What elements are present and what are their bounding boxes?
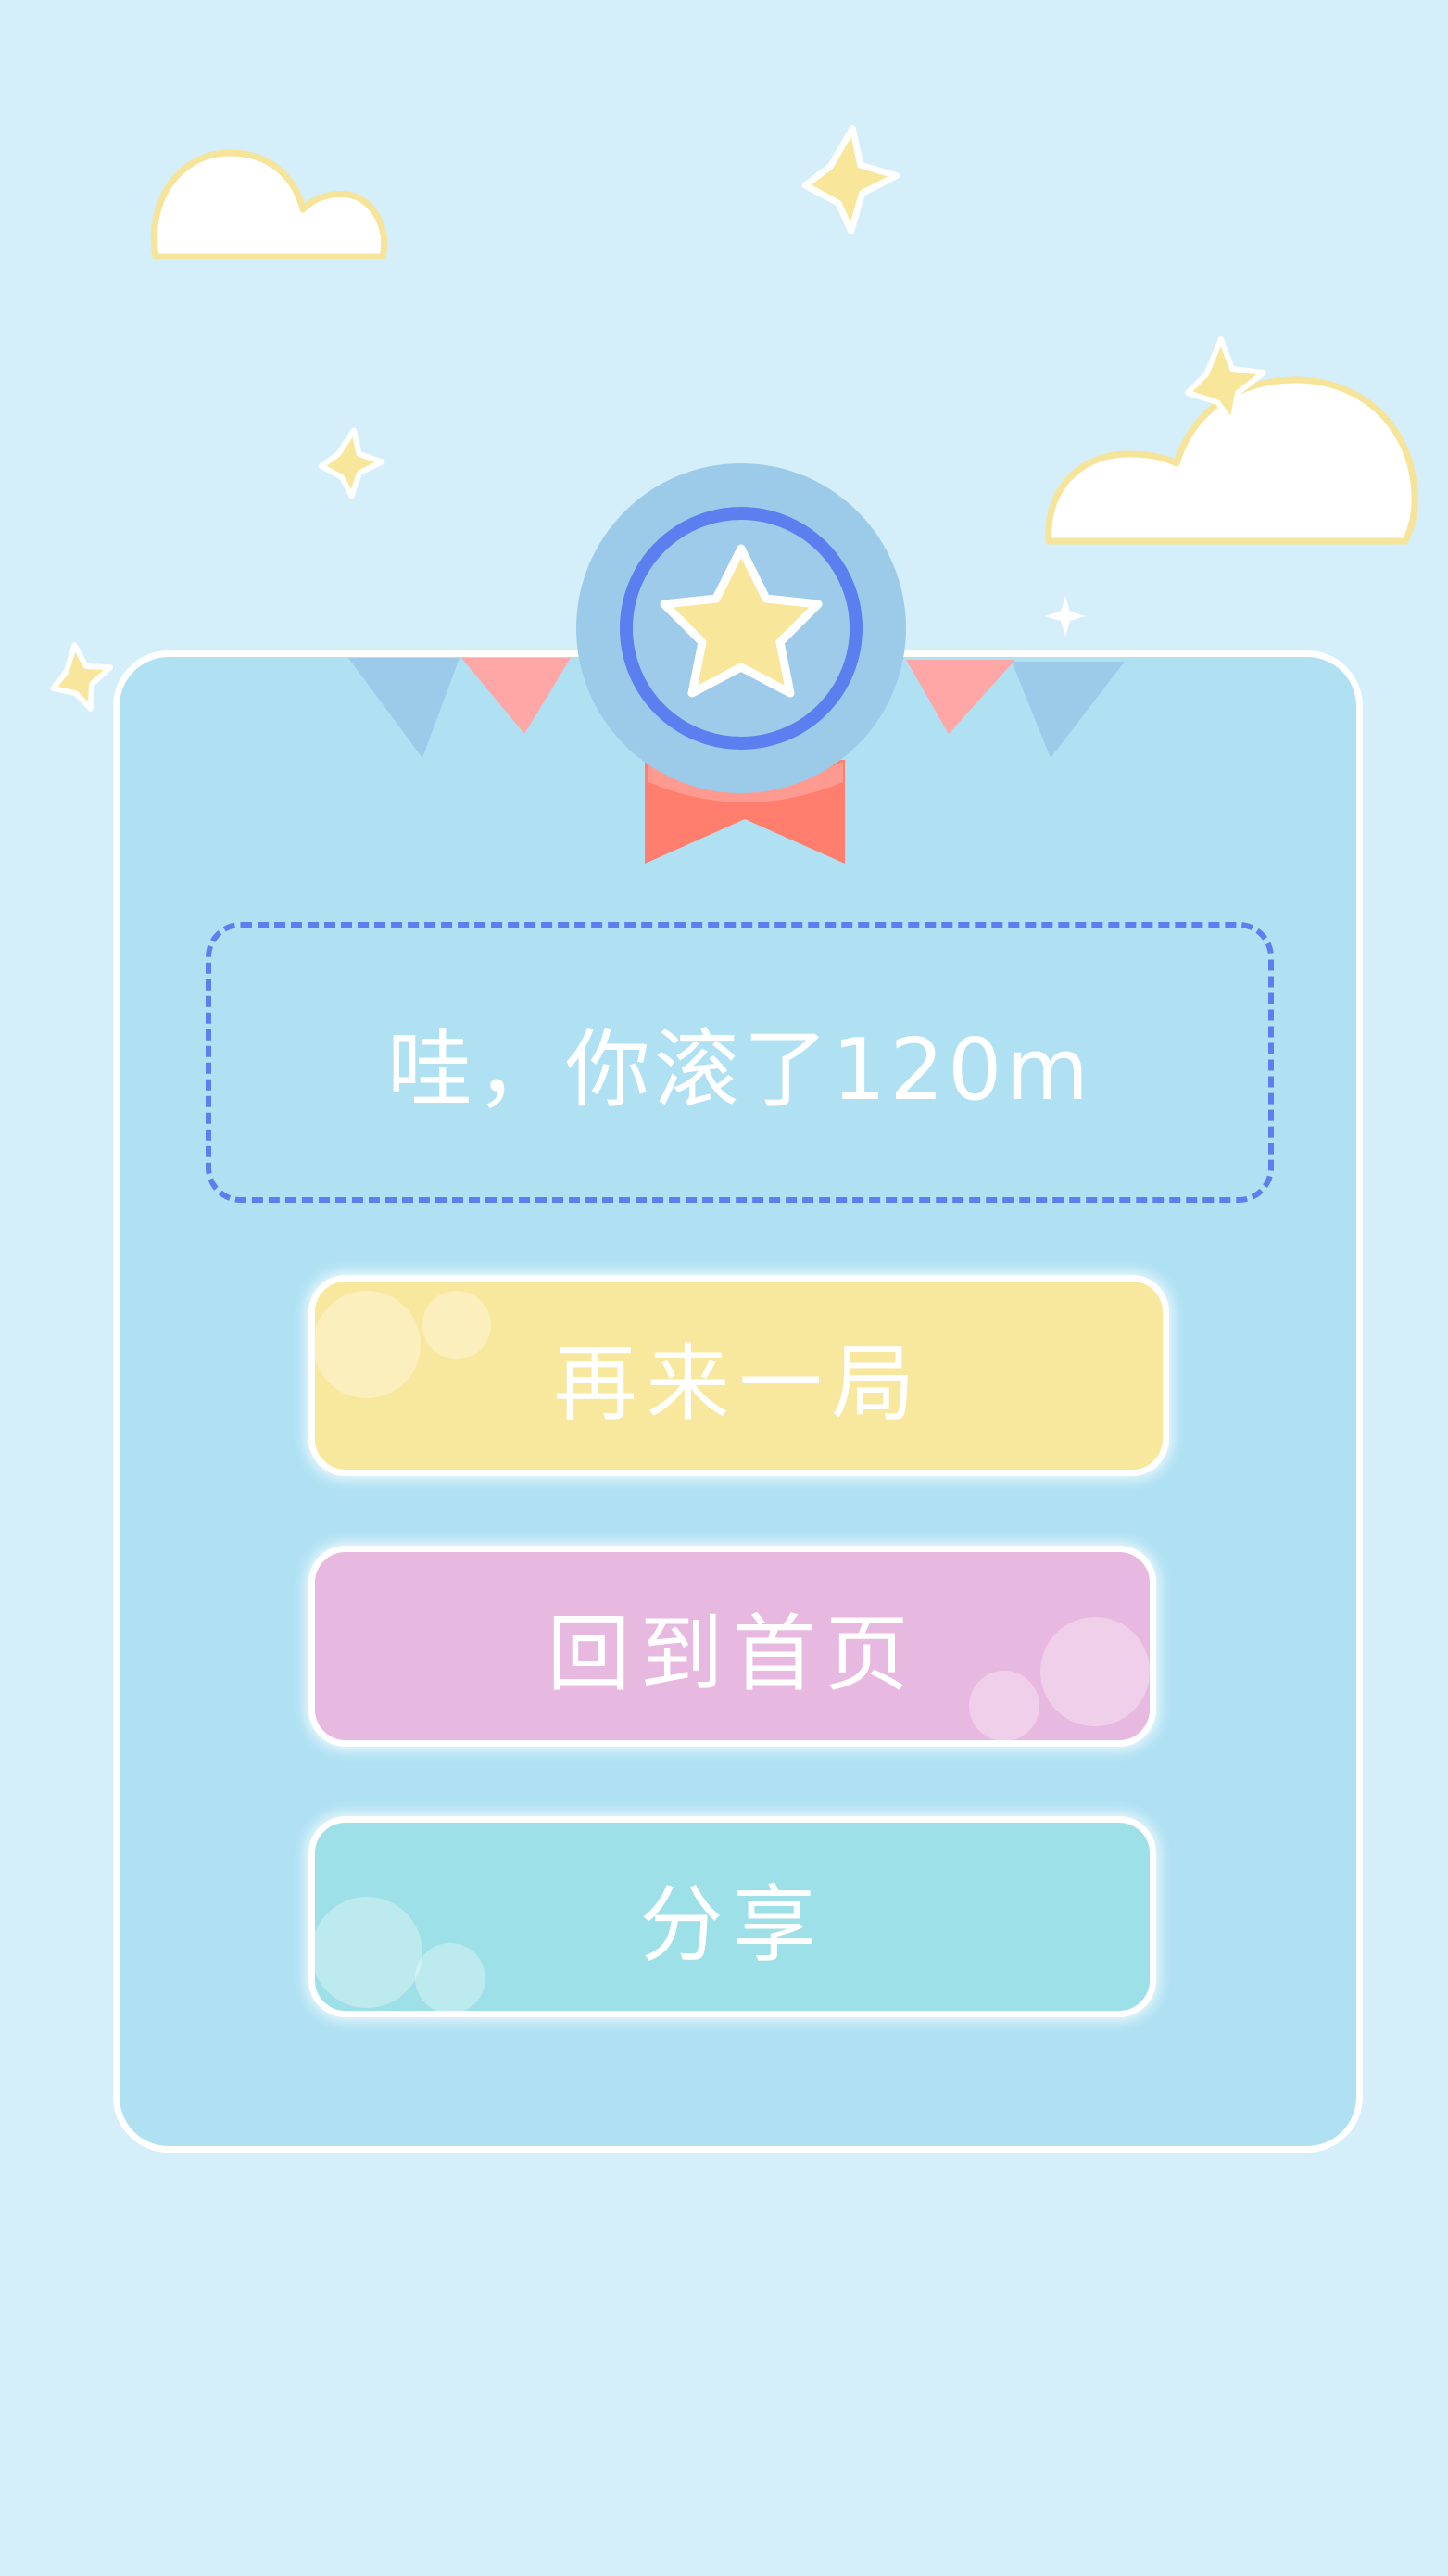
score-message: 哇，你滚了120m xyxy=(386,1020,1093,1119)
decorative-bubble xyxy=(315,1897,422,2008)
decorative-bubble xyxy=(1040,1617,1150,1726)
star-medal-icon xyxy=(576,463,906,793)
score-message-box: 哇，你滚了120m xyxy=(206,922,1274,1203)
play-again-label: 再来一局 xyxy=(553,1334,925,1433)
share-label: 分享 xyxy=(639,1875,825,1974)
back-to-home-button[interactable]: 回到首页 xyxy=(308,1546,1156,1747)
decorative-bubble xyxy=(415,1943,485,2011)
play-again-button[interactable]: 再来一局 xyxy=(308,1275,1169,1476)
decorative-bubble xyxy=(315,1291,421,1398)
share-button[interactable]: 分享 xyxy=(308,1816,1156,2017)
back-to-home-label: 回到首页 xyxy=(547,1605,918,1703)
bunting-right xyxy=(906,660,1125,758)
decorative-bubble xyxy=(422,1291,491,1359)
bunting-left xyxy=(348,658,571,758)
decorative-bubble xyxy=(969,1671,1039,1740)
